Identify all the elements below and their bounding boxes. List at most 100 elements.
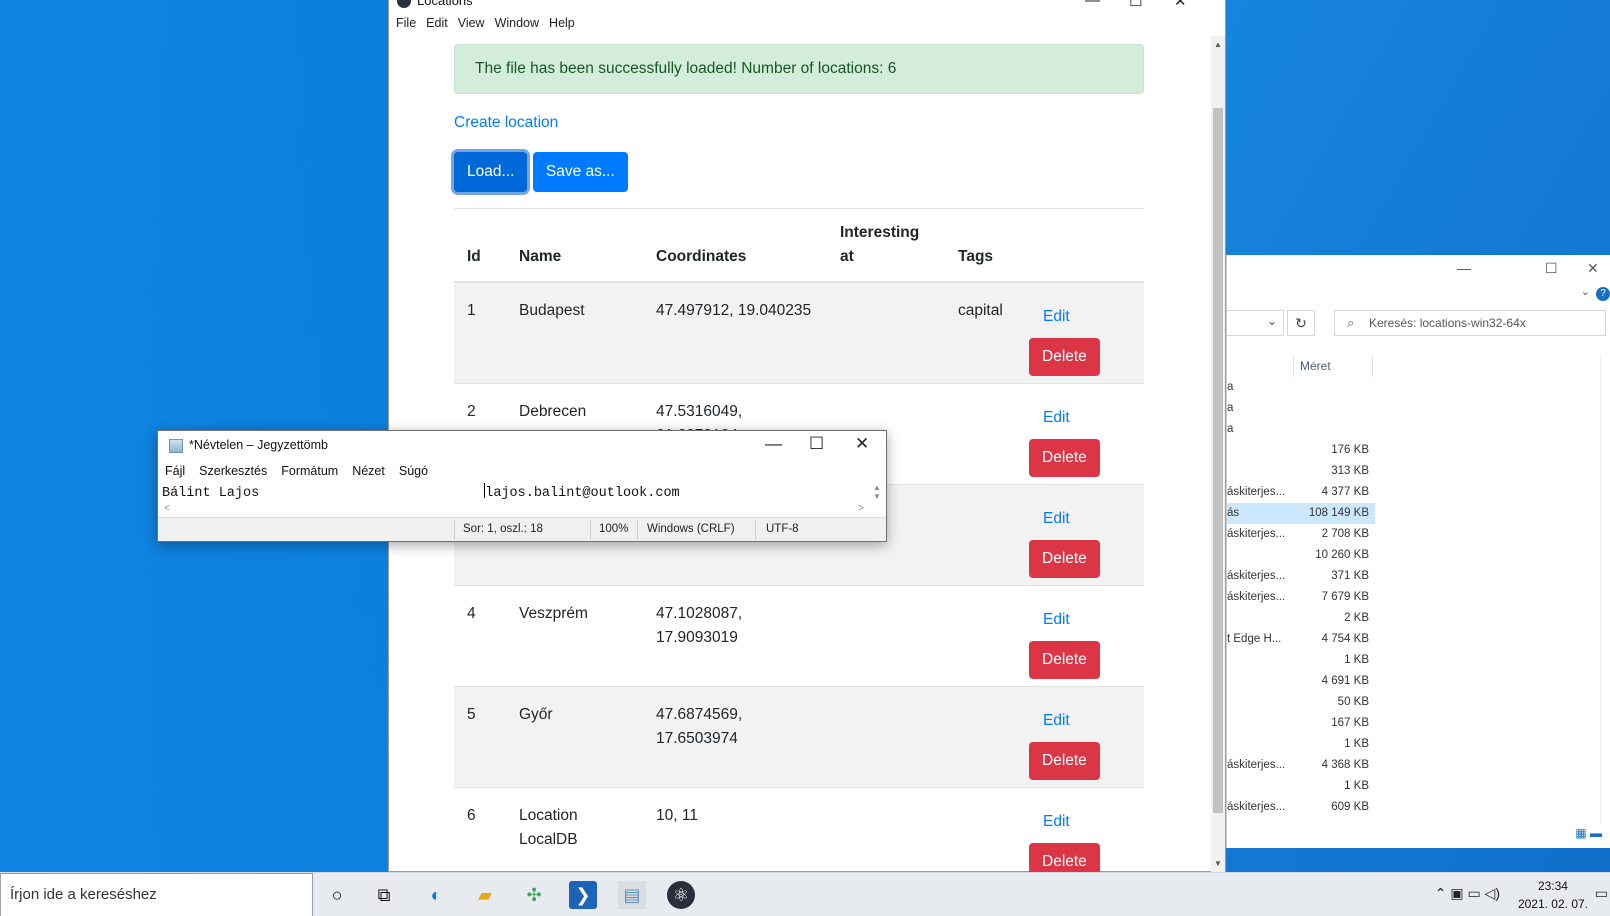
- close-icon[interactable]: ✕: [1174, 0, 1187, 10]
- explorer-search-input[interactable]: ⌕ Keresés: locations-win32-64x: [1334, 310, 1606, 336]
- scroll-up-icon[interactable]: ▲: [1214, 40, 1222, 49]
- status-position: Sor: 1, oszl.: 18: [463, 523, 543, 535]
- close-icon[interactable]: ✕: [1587, 260, 1599, 277]
- file-row[interactable]: 50 KB: [1227, 692, 1375, 713]
- file-row[interactable]: a: [1227, 419, 1375, 440]
- file-row[interactable]: 167 KB: [1227, 713, 1375, 734]
- cell-coordinates: 47.497912, 19.040235: [643, 281, 827, 383]
- menu-edit[interactable]: Edit: [426, 16, 448, 30]
- notepad-menu-item[interactable]: Fájl: [165, 464, 185, 478]
- cell-actions: Edit Delete: [1021, 685, 1144, 787]
- cell-tags: [945, 382, 1021, 484]
- electron-logo-icon: [397, 0, 411, 8]
- file-row[interactable]: a: [1227, 377, 1375, 398]
- menu-file[interactable]: File: [396, 16, 416, 30]
- create-location-link[interactable]: Create location: [454, 114, 1144, 136]
- delete-button[interactable]: Delete: [1029, 539, 1100, 578]
- cell-id: 5: [454, 685, 506, 787]
- system-tray[interactable]: ⌃ ▣ ▭ ◁): [1435, 885, 1500, 902]
- save-as-button[interactable]: Save as...: [532, 152, 628, 192]
- file-row[interactable]: 313 KB: [1227, 461, 1375, 482]
- notepad-horizontal-scrollbar[interactable]: < >: [162, 503, 866, 517]
- maximize-icon[interactable]: ☐: [809, 434, 824, 454]
- clock-time: 23:34: [1537, 879, 1568, 893]
- cell-actions: Edit Delete: [1021, 281, 1144, 383]
- file-row[interactable]: 1 KB: [1227, 734, 1375, 755]
- close-icon[interactable]: ✕: [855, 434, 869, 454]
- edit-link[interactable]: Edit: [1029, 709, 1144, 733]
- notepad-menu-item[interactable]: Nézet: [352, 464, 385, 478]
- file-row[interactable]: 4 691 KB: [1227, 671, 1375, 692]
- taskbar-clock[interactable]: 23:34 2021. 02. 07.: [1518, 877, 1588, 913]
- file-name: t Edge H...: [1227, 633, 1282, 645]
- file-row[interactable]: áskiterjes... 609 KB: [1227, 797, 1375, 818]
- help-icon[interactable]: ?: [1596, 287, 1610, 301]
- refresh-button[interactable]: ↻: [1287, 310, 1315, 336]
- powershell-icon[interactable]: ❯: [569, 881, 597, 909]
- edit-link[interactable]: Edit: [1029, 406, 1144, 430]
- refresh-icon: ↻: [1295, 315, 1307, 331]
- minimize-icon[interactable]: —: [1457, 260, 1471, 276]
- size-column-header[interactable]: Méret: [1293, 355, 1373, 377]
- menu-view[interactable]: View: [458, 16, 485, 30]
- file-row[interactable]: 10 260 KB: [1227, 545, 1375, 566]
- maximize-icon[interactable]: ☐: [1545, 260, 1558, 277]
- edge-icon[interactable]: ◐: [422, 881, 450, 909]
- notepad-text-area[interactable]: Bálint Lajos lajos.balint@outlook.com: [162, 483, 872, 503]
- menu-window[interactable]: Window: [495, 16, 539, 30]
- delete-button[interactable]: Delete: [1029, 640, 1100, 679]
- taskbar-search-input[interactable]: Írjon ide a kereséshez: [0, 873, 313, 916]
- notepad-menu-item[interactable]: Súgó: [399, 464, 428, 478]
- file-row[interactable]: áskiterjes... 4 368 KB: [1227, 755, 1375, 776]
- cell-coordinates: 47.1028087, 17.9093019: [643, 584, 827, 686]
- load-button[interactable]: Load...: [454, 152, 528, 192]
- cell-id: 1: [454, 281, 506, 383]
- maximize-icon[interactable]: ☐: [1129, 0, 1142, 10]
- cell-name: Budapest: [506, 281, 643, 383]
- scroll-down-icon[interactable]: ▼: [1214, 859, 1222, 868]
- table-body: 1 Budapest 47.497912, 19.040235 capital Edit…: [454, 281, 1144, 888]
- tools-icon[interactable]: ✣: [520, 881, 548, 909]
- ribbon-expand-icon[interactable]: ⌄: [1581, 285, 1590, 298]
- status-separator: [755, 520, 756, 540]
- minimize-icon[interactable]: —: [765, 434, 782, 454]
- delete-button[interactable]: Delete: [1029, 741, 1100, 780]
- app-scrollbar[interactable]: ▲ ▼: [1211, 36, 1225, 872]
- file-row[interactable]: 176 KB: [1227, 440, 1375, 461]
- file-row[interactable]: áskiterjes... 4 377 KB: [1227, 482, 1375, 503]
- cell-tags: [945, 584, 1021, 686]
- notepad-menu-item[interactable]: Formátum: [281, 464, 338, 478]
- notification-icon[interactable]: ▭: [1595, 885, 1608, 902]
- edit-link[interactable]: Edit: [1029, 507, 1144, 531]
- view-toggle-icon[interactable]: ▦ ▬: [1575, 826, 1602, 840]
- file-row[interactable]: ás 108 149 KB: [1227, 503, 1375, 524]
- table-header-row: Id Name Coordinates Interesting at Tags: [454, 209, 1144, 283]
- address-dropdown[interactable]: ⌄: [1227, 310, 1284, 336]
- notepad-menu-item[interactable]: Szerkesztés: [199, 464, 267, 478]
- file-row[interactable]: áskiterjes... 7 679 KB: [1227, 587, 1375, 608]
- file-row[interactable]: a: [1227, 398, 1375, 419]
- scroll-thumb[interactable]: [1213, 108, 1223, 813]
- minimize-icon[interactable]: —: [1085, 0, 1100, 9]
- menu-help[interactable]: Help: [549, 16, 575, 30]
- file-row[interactable]: t Edge H... 4 754 KB: [1227, 629, 1375, 650]
- task-view-icon[interactable]: ⧉: [370, 881, 398, 909]
- notepad-vertical-scrollbar[interactable]: ▲ ▼: [870, 483, 884, 503]
- electron-icon[interactable]: ⚛: [667, 881, 695, 909]
- file-row[interactable]: 1 KB: [1227, 650, 1375, 671]
- edit-link[interactable]: Edit: [1029, 810, 1144, 834]
- notepad-icon[interactable]: ▤: [618, 881, 646, 909]
- edit-link[interactable]: Edit: [1029, 608, 1144, 632]
- explorer-scrollbar[interactable]: [1600, 355, 1610, 825]
- delete-button[interactable]: Delete: [1029, 338, 1100, 376]
- delete-button[interactable]: Delete: [1029, 438, 1100, 477]
- file-row[interactable]: áskiterjes... 371 KB: [1227, 566, 1375, 587]
- file-explorer-icon[interactable]: ▰: [471, 881, 499, 909]
- cortana-circle-icon[interactable]: ○: [323, 881, 351, 909]
- edit-link[interactable]: Edit: [1029, 305, 1144, 329]
- file-row[interactable]: 2 KB: [1227, 608, 1375, 629]
- file-row[interactable]: áskiterjes... 2 708 KB: [1227, 524, 1375, 545]
- status-separator: [590, 520, 591, 540]
- file-row[interactable]: 1 KB: [1227, 776, 1375, 797]
- cell-name: Győr: [506, 685, 643, 787]
